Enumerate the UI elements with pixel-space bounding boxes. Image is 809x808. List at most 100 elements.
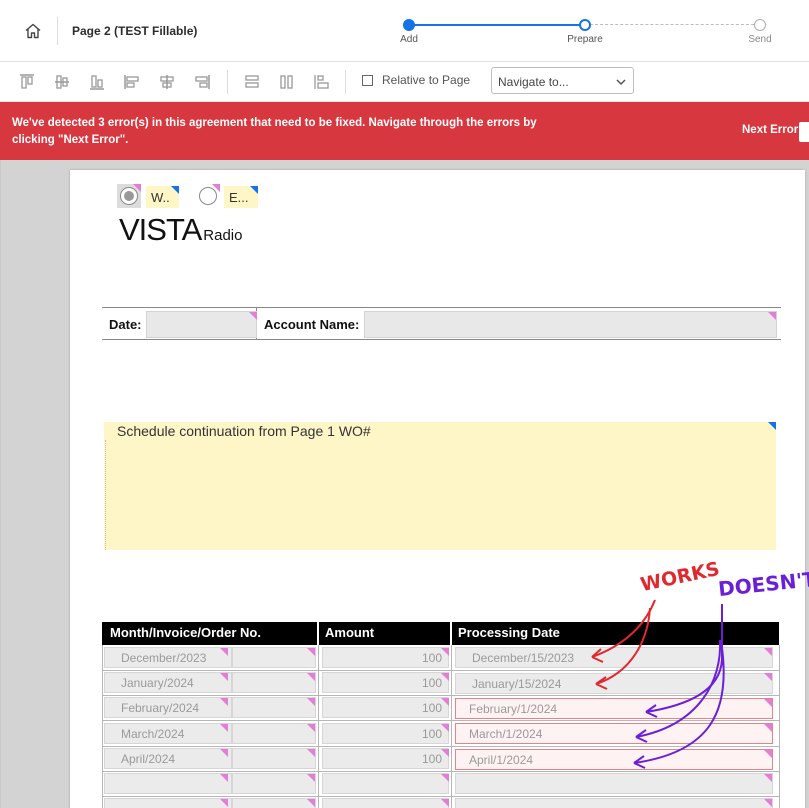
step-add-dot[interactable] [403,19,415,31]
column-header-processing-date: Processing Date [458,625,560,640]
align-top-icon[interactable] [16,71,38,93]
stepper-progress-line [408,24,584,26]
amount-cell[interactable]: 100 [322,672,449,693]
field-marker [250,186,258,194]
field-marker [441,648,449,656]
amount-cell[interactable]: 100 [322,647,449,668]
align-left-icon[interactable] [121,71,143,93]
schedule-notes-field[interactable]: Schedule continuation from Page 1 WO# [104,422,776,550]
month-cell[interactable]: April/2024 [104,748,232,769]
field-marker [220,673,228,681]
month-extra-cell[interactable] [232,647,316,668]
amount-cell[interactable]: 100 [322,697,449,718]
month-extra-cell[interactable] [232,748,316,769]
field-marker [768,312,776,320]
table-rule [779,645,780,808]
match-height-icon[interactable] [276,71,298,93]
field-marker [764,648,772,656]
schedule-notes-text: Schedule continuation from Page 1 WO# [117,423,371,439]
table-rule [102,670,779,671]
processing-date-value: January/15/2024 [472,677,562,691]
align-middle-icon[interactable] [51,71,73,93]
field-marker [441,673,449,681]
month-cell[interactable] [104,798,232,808]
month-extra-cell[interactable] [232,773,316,794]
processing-date-cell[interactable] [455,773,773,794]
column-header-amount: Amount [325,625,375,640]
field-marker [764,724,772,732]
field-marker [220,698,228,706]
field-marker [249,312,257,320]
next-error-button[interactable]: Next Error [742,124,798,136]
amount-cell[interactable] [322,773,449,794]
navigate-to-select[interactable]: Navigate to... [491,67,634,94]
step-send-label[interactable]: Send [730,34,790,45]
relative-to-page-label[interactable]: Relative to Page [382,73,470,87]
match-size-icon[interactable] [311,71,333,93]
logo-main: VISTA [119,212,202,247]
month-value: February/2024 [121,701,200,715]
month-extra-cell[interactable] [232,697,316,718]
processing-date-value: February/1/2024 [469,702,558,716]
step-prepare-dot[interactable] [579,19,591,31]
toolbar-divider [345,70,346,94]
processing-date-cell[interactable]: January/15/2024 [455,673,773,694]
amount-cell[interactable]: 100 [322,723,449,744]
workflow-stepper: Add Prepare Send [395,16,775,50]
column-header-month: Month/Invoice/Order No. [110,625,261,640]
field-marker [307,648,315,656]
top-header: Page 2 (TEST Fillable) Add Prepare Send [0,0,809,62]
field-marker [768,422,776,430]
field-marker [441,749,449,757]
account-name-label: Account Name: [264,317,360,332]
account-name-field[interactable] [364,311,777,338]
field-marker [764,774,772,782]
form-rule [102,307,781,308]
table-rule [102,796,779,797]
relative-to-page-checkbox[interactable] [362,75,373,86]
date-label: Date: [109,317,142,332]
month-extra-cell[interactable] [232,723,316,744]
match-width-icon[interactable] [241,71,263,93]
month-value: January/2024 [121,676,194,690]
month-cell[interactable]: March/2024 [104,723,232,744]
field-marker [220,724,228,732]
processing-date-cell[interactable]: December/15/2023 [455,647,773,668]
toolbar-divider [227,70,228,94]
month-cell[interactable]: December/2023 [104,647,232,668]
month-cell[interactable]: January/2024 [104,672,232,693]
processing-date-value: March/1/2024 [469,727,543,741]
align-center-icon[interactable] [156,71,178,93]
align-bottom-icon[interactable] [86,71,108,93]
align-right-icon[interactable] [191,71,213,93]
processing-date-cell[interactable] [455,798,773,808]
field-marker [764,750,772,758]
month-extra-cell[interactable] [232,672,316,693]
field-marker [307,749,315,757]
navigate-to-value: Navigate to... [498,75,569,89]
field-marker [441,799,449,807]
month-extra-cell[interactable] [232,798,316,808]
next-error-arrow-button[interactable] [799,122,809,142]
field-marker [220,749,228,757]
step-prepare-label[interactable]: Prepare [555,34,615,45]
processing-date-cell-error[interactable]: April/1/2024 [455,749,773,770]
table-rule [102,746,779,747]
step-add-label[interactable]: Add [379,34,439,45]
month-cell[interactable]: February/2024 [104,697,232,718]
amount-cell[interactable]: 100 [322,748,449,769]
schedule-table-header: Month/Invoice/Order No. Amount Processin… [102,622,779,645]
field-marker [307,799,315,807]
field-marker [307,673,315,681]
processing-date-cell-error[interactable]: March/1/2024 [455,723,773,744]
table-rule [102,771,779,772]
processing-date-cell-error[interactable]: February/1/2024 [455,698,773,719]
date-field[interactable] [146,311,257,338]
step-send-dot[interactable] [754,19,766,31]
home-icon[interactable] [20,18,46,44]
amount-cell[interactable] [322,798,449,808]
field-marker [171,186,179,194]
processing-date-value: December/15/2023 [472,651,575,665]
month-cell[interactable] [104,773,232,794]
header-divider [57,17,58,45]
